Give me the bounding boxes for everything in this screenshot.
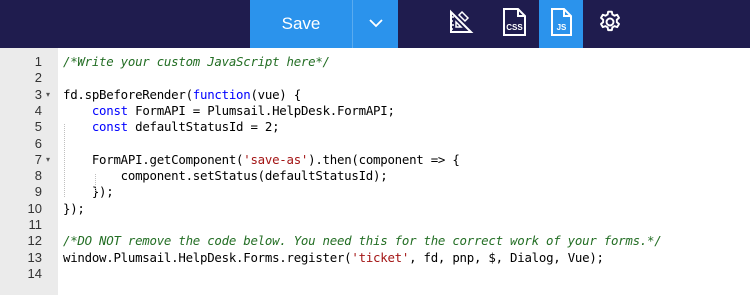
code-line[interactable]: 8 component.setStatus(defaultStatusId); [0,167,750,184]
line-number: 12 [27,233,42,249]
line-number: 11 [28,217,43,232]
code-token: defaultStatusId = 2; [127,119,280,135]
line-number: 5 [34,119,42,135]
code-token: FormAPI = Plumsail.HelpDesk.FormAPI; [127,102,395,118]
code-token: fd.spBeforeRender( [63,86,193,102]
code-token: window.Plumsail.HelpDesk.Forms.register( [63,249,352,265]
css-editor-button[interactable]: CSS [492,0,536,48]
code-token: component.setStatus(defaultStatusId); [63,168,388,184]
line-number: 4 [34,102,42,118]
code-token: FormAPI.getComponent( [63,151,244,167]
code-line[interactable]: 4 const FormAPI = Plumsail.HelpDesk.Form… [0,102,750,119]
save-options-dropdown-button[interactable] [352,0,398,48]
code-text: /*Write your custom JavaScript here*/ [63,53,330,70]
css-icon-label: CSS [506,23,523,32]
code-line[interactable]: 2 [0,69,750,86]
code-token: }); [63,184,114,200]
code-line[interactable]: 10}); [0,200,750,217]
fold-toggle-icon[interactable]: ▾ [46,86,50,103]
comment-token: /*Write your custom JavaScript here*/ [63,54,330,69]
save-button[interactable]: Save [250,0,352,48]
line-number: 2 [34,70,42,86]
code-line[interactable]: 6 [0,135,750,152]
line-number: 14 [27,265,42,281]
save-button-label: Save [281,14,321,33]
line-number: 3 [34,86,42,102]
code-text: /*DO NOT remove the code below. You need… [63,232,662,249]
keyword-token: function [192,86,251,102]
code-text: window.Plumsail.HelpDesk.Forms.register(… [63,249,604,266]
line-number: 9 [34,184,42,200]
line-number: 1 [34,54,42,69]
line-number: 10 [27,200,42,216]
comment-token: /*DO NOT remove the code below. You need… [63,233,662,249]
code-token: (vue) { [250,86,301,102]
code-line[interactable]: 13 window.Plumsail.HelpDesk.Forms.registe… [0,249,750,266]
keyword-token: const [91,119,128,135]
top-toolbar: Save CSS JS [0,0,750,48]
keyword-token: const [91,102,128,118]
code-line[interactable]: 1 /*Write your custom JavaScript here*/ [0,53,750,70]
code-token: ).then(component => { [308,151,460,167]
settings-button[interactable] [588,0,632,48]
code-line[interactable]: 5 const defaultStatusId = 2; [0,118,750,135]
string-token: 'ticket' [351,249,410,265]
line-number: 13 [27,249,42,265]
fold-toggle-icon[interactable]: ▾ [46,151,50,168]
string-token: 'save-as' [243,151,309,167]
js-file-icon: JS [548,7,574,42]
indent-guide [95,174,96,191]
code-text: component.setStatus(defaultStatusId); [63,167,388,184]
js-editor-button[interactable]: JS [539,0,583,48]
layout-designer-button[interactable] [439,0,483,48]
code-editor[interactable]: 1 /*Write your custom JavaScript here*/ 2 3… [0,48,750,295]
code-token: , fd, pnp, $, Dialog, Vue); [409,249,604,265]
code-line[interactable]: 11 [0,216,750,233]
line-number: 7 [34,151,42,167]
code-text: fd.spBeforeRender(function(vue) { [63,86,301,103]
line-number: 8 [34,168,42,184]
code-line[interactable]: 12 /*DO NOT remove the code below. You ne… [0,232,750,249]
code-line[interactable]: 7 ▾ FormAPI.getComponent('save-as').then(… [0,151,750,168]
code-text: const FormAPI = Plumsail.HelpDesk.FormAP… [63,102,395,119]
css-file-icon: CSS [500,7,528,42]
gear-icon [597,9,623,40]
code-line[interactable]: 9 }); [0,183,750,200]
ruler-triangle-icon [448,9,474,40]
code-line[interactable]: 3 ▾ fd.spBeforeRender(function(vue) { [0,86,750,103]
code-line[interactable]: 14 [0,265,750,282]
indent-guide [64,124,65,197]
code-text: const defaultStatusId = 2; [63,118,280,135]
code-text: }); [63,200,85,217]
code-text: }); [63,183,114,200]
code-token: }); [63,200,85,216]
code-text: FormAPI.getComponent('save-as').then(com… [63,151,460,168]
js-icon-label: JS [557,23,567,32]
chevron-down-icon [368,15,383,33]
line-number: 6 [34,135,42,151]
